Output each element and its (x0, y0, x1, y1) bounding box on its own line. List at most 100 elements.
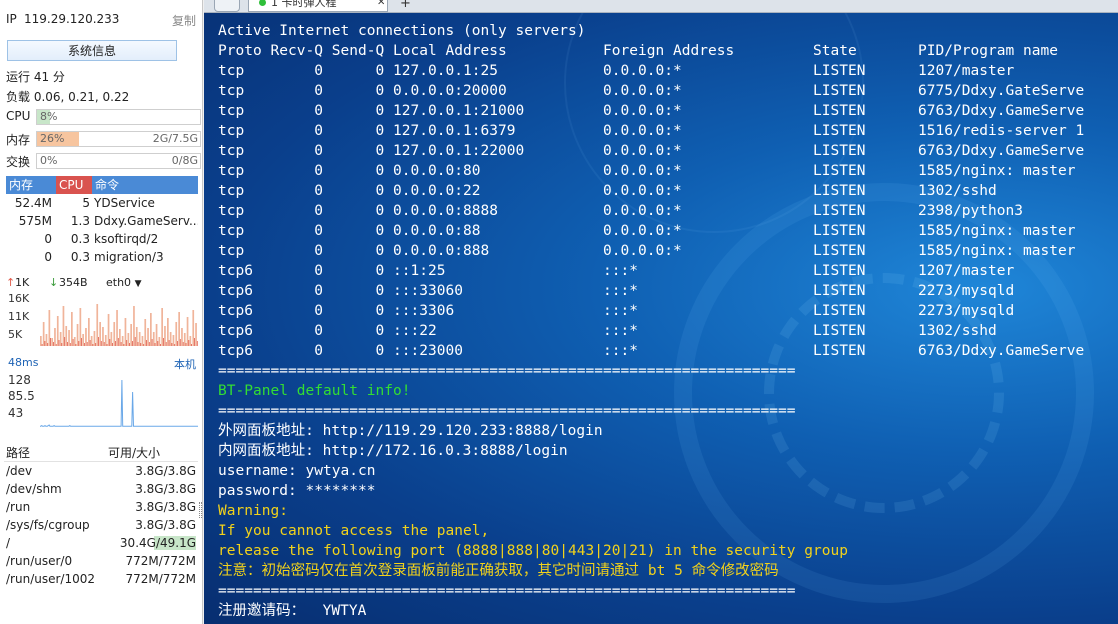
terminal-line: password: ******** (218, 483, 376, 499)
process-cpu: 5 (82, 196, 90, 210)
download-bar (65, 326, 68, 346)
disk-row[interactable]: /sys/fs/cgroup 3.8G/3.8G (4, 516, 198, 534)
tab-active-session[interactable]: 1 卡时弹人程 ✕ (248, 0, 388, 12)
upload-bar (100, 341, 102, 346)
process-row[interactable]: 52.4M 5 YDService (6, 194, 198, 212)
download-bar (161, 308, 163, 346)
upload-bar (188, 340, 190, 346)
terminal-output[interactable]: Active Internet connections (only server… (204, 13, 1118, 624)
upload-bar (120, 342, 122, 346)
terminal-line: tcp 0 0 127.0.0.1:22000 0.0.0.0:* LISTEN… (218, 143, 1085, 159)
terminal-line: Warning: (218, 503, 288, 519)
upload-bar (86, 342, 88, 346)
download-bar (189, 336, 192, 346)
terminal-line: 注册邀请码： YWTYA (218, 603, 367, 619)
upload-bar (126, 340, 128, 346)
download-bar (93, 331, 96, 346)
disk-size-header[interactable]: 可用/大小 (108, 444, 198, 461)
copy-ip-button[interactable]: 复制 (172, 12, 196, 29)
terminal-line: release the following port (8888|888|80|… (218, 543, 848, 559)
disk-row[interactable]: /run/user/0 772M/772M (4, 552, 198, 570)
upload-bar (154, 343, 156, 346)
download-bar (68, 330, 70, 346)
terminal-line: ========================================… (218, 363, 796, 379)
add-tab-button[interactable]: + (400, 0, 411, 11)
disk-row[interactable]: / 30.4G/49.1G (4, 534, 198, 552)
cpu-label: CPU (6, 109, 31, 123)
download-bar (88, 318, 90, 346)
download-bar (172, 335, 175, 346)
disk-path: /run (6, 500, 31, 514)
disk-row[interactable]: /dev 3.8G/3.8G (4, 462, 198, 480)
upload-arrow-icon: ↑ (6, 276, 16, 289)
download-bar (124, 318, 127, 346)
upload-bar (106, 344, 108, 346)
process-row[interactable]: 0 0.3 migration/3 (6, 248, 198, 266)
memory-percent: 26% (40, 132, 65, 145)
download-bar (96, 304, 99, 346)
upload-bar (115, 341, 116, 346)
upload-bar (137, 342, 139, 346)
disk-table: 路径 可用/大小 /dev 3.8G/3.8G /dev/shm 3.8G/3.… (4, 444, 198, 588)
upload-bar (143, 344, 145, 346)
download-bar (104, 335, 107, 346)
upload-bar (123, 344, 125, 346)
network-traffic-chart: 16K 11K 5K (8, 292, 198, 346)
disk-row[interactable]: /dev/shm 3.8G/3.8G (4, 480, 198, 498)
close-icon[interactable]: ✕ (377, 0, 385, 10)
upload-bar (117, 338, 119, 346)
tab-previous[interactable] (214, 0, 240, 12)
terminal-line: 注意：初始密码仅在首次登录面板前能正确获取，其它时间请通过 bt 5 命令修改密… (218, 563, 779, 579)
disk-path: /run/user/0 (6, 554, 73, 568)
process-cpu: 1.3 (70, 214, 90, 228)
ping-line (40, 379, 198, 427)
download-bar (181, 328, 183, 346)
terminal-line: 外网面板地址: http://119.29.120.233:8888/login (218, 423, 603, 439)
download-bar (141, 336, 144, 346)
download-bar (195, 323, 197, 346)
swap-label: 交换 (6, 155, 31, 169)
download-bar (127, 333, 130, 346)
process-row[interactable]: 0 0.3 ksoftirqd/2 (6, 230, 198, 248)
process-cpu: 0.3 (70, 250, 90, 264)
process-mem-header[interactable]: 内存 (6, 176, 56, 194)
upload-bar (112, 343, 113, 346)
ping-latency: 48ms (8, 356, 39, 369)
memory-bar: 26% 2G/7.5G (36, 131, 201, 147)
ip-row: IP 119.29.120.233 复制 (6, 12, 196, 28)
disk-row[interactable]: /run 3.8G/3.8G (4, 498, 198, 516)
disk-path: / (6, 536, 11, 550)
upload-bar (61, 343, 63, 346)
system-info-button[interactable]: 系统信息 (7, 40, 177, 61)
ping-panel: 48ms 本机 128 85.5 43 (6, 356, 198, 432)
interface-select[interactable]: eth0 ▼ (106, 276, 141, 289)
interface-name: eth0 (106, 276, 132, 289)
process-command: migration/3 (94, 250, 164, 264)
sidebar-resize-handle[interactable] (199, 502, 202, 518)
process-command: ksoftirqd/2 (94, 232, 159, 246)
disk-path-header[interactable]: 路径 (4, 444, 108, 461)
download-bar (113, 322, 116, 346)
process-cmd-header[interactable]: 命令 (92, 176, 198, 194)
terminal-line: tcp6 0 0 :::33060 :::* LISTEN 2273/mysql… (218, 283, 1015, 299)
disk-size: 30.4G/49.1G (108, 534, 198, 552)
swap-meter: 交换 0% 0/8G (6, 153, 201, 169)
process-cpu-header[interactable]: CPU (56, 176, 92, 194)
download-bar (147, 328, 149, 346)
download-bar (116, 310, 118, 346)
process-mem: 0 (44, 232, 52, 246)
download-bar (138, 332, 141, 346)
download-speed: 354B (59, 276, 88, 289)
process-mem: 0 (44, 250, 52, 264)
download-arrow-icon: ↓ (49, 276, 59, 289)
download-bar (45, 334, 48, 346)
cpu-meter: CPU 8% (6, 109, 201, 125)
terminal-line: 内网面板地址: http://172.16.0.3:8888/login (218, 443, 568, 459)
swap-total: 0/8G (171, 154, 198, 167)
disk-row[interactable]: /run/user/1002 772M/772M (4, 570, 198, 588)
process-row[interactable]: 575M 1.3 Ddxy.GameServ... (6, 212, 198, 230)
terminal-line: tcp 0 0 127.0.0.1:25 0.0.0.0:* LISTEN 12… (218, 63, 1015, 79)
upload-bar (44, 341, 46, 346)
upload-bar (146, 340, 147, 346)
download-bar (107, 314, 110, 346)
